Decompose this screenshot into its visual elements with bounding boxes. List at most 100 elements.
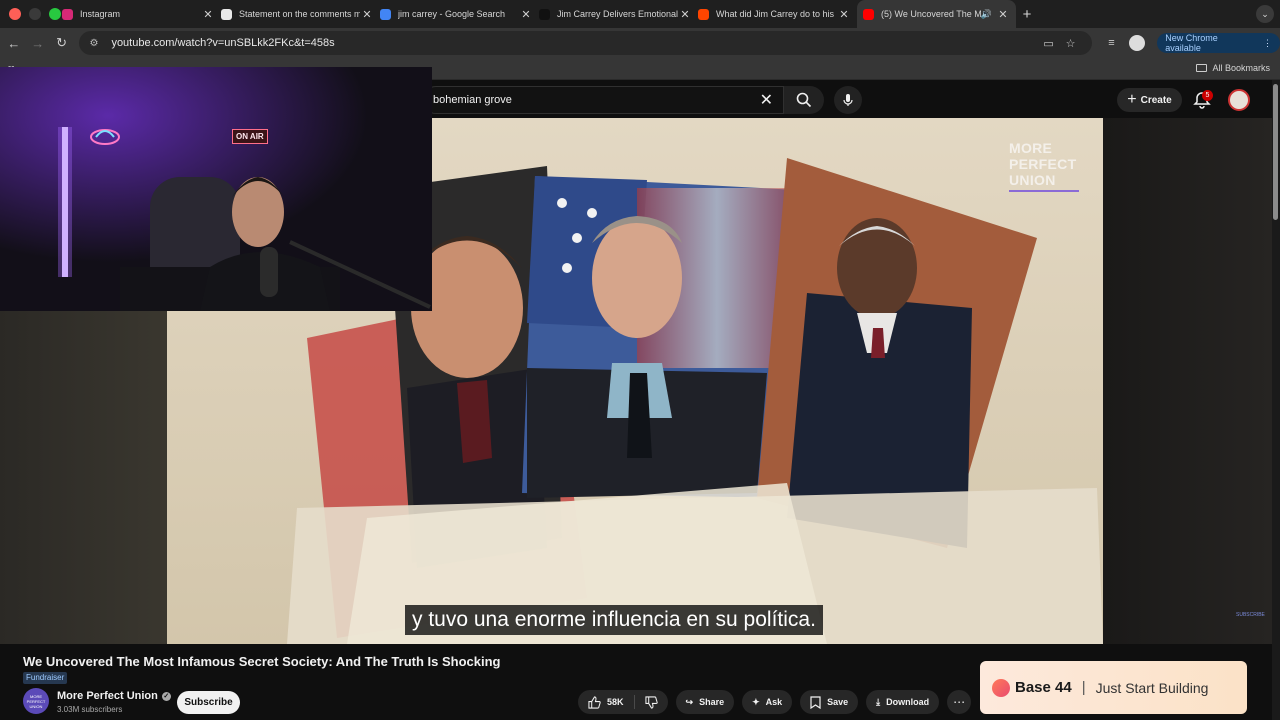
- search-input[interactable]: bohemian grove ✕: [422, 86, 784, 114]
- video-caption: y tuvo una enorme influencia en su polít…: [405, 605, 823, 635]
- browser-tab-strip: Instagram✕Statement on the comments made…: [0, 0, 1280, 28]
- download-button[interactable]: ⤓ Download: [866, 690, 940, 714]
- video-title: We Uncovered The Most Infamous Secret So…: [23, 654, 501, 669]
- tab-search-icon[interactable]: ⌄: [1256, 5, 1274, 23]
- more-actions-icon[interactable]: ⋯: [947, 690, 972, 714]
- microphone-icon: [843, 94, 853, 106]
- verified-check-icon: ✓: [161, 691, 171, 701]
- page-scrollbar-thumb[interactable]: [1273, 84, 1278, 220]
- search-button[interactable]: [784, 86, 824, 114]
- like-dislike-group: 58K: [578, 690, 668, 714]
- browser-tab-3[interactable]: jim carrey - Google Search ✕: [380, 0, 539, 28]
- sparkle-icon: ✦: [752, 696, 760, 707]
- tab-audio-icon[interactable]: 🔊: [981, 9, 992, 20]
- download-icon: ⤓: [876, 696, 881, 707]
- google-favicon-icon: [380, 8, 391, 20]
- browser-tab-1[interactable]: Instagram ✕: [62, 0, 221, 28]
- plus-icon: +: [1127, 91, 1137, 108]
- ask-button[interactable]: ✦ Ask: [742, 690, 793, 714]
- folder-icon: [1196, 64, 1208, 72]
- channel-name-text[interactable]: More Perfect Union: [57, 690, 158, 702]
- reddit-favicon-icon: [698, 8, 709, 20]
- notification-count-badge: 5: [1202, 90, 1213, 101]
- install-app-icon[interactable]: ▭: [1038, 37, 1060, 50]
- base44-logo-icon: [992, 678, 1010, 697]
- close-tab-icon[interactable]: ✕: [678, 8, 692, 21]
- profile-avatar[interactable]: [1129, 35, 1146, 51]
- tab-title: Instagram: [80, 9, 121, 19]
- video-backdrop-left: [0, 311, 167, 644]
- logo-line-1: MORE: [1009, 140, 1053, 156]
- bookmark-icon: [810, 695, 821, 709]
- bookmark-star-icon[interactable]: ☆: [1060, 37, 1082, 50]
- tab-title: (5) We Uncovered The Most: [881, 9, 981, 19]
- browser-tab-2[interactable]: Statement on the comments made✕: [221, 0, 380, 28]
- thumbs-up-icon: [588, 695, 601, 709]
- subscriber-count: 3.03M subscribers: [57, 705, 123, 714]
- maximize-window-button[interactable]: [49, 8, 61, 20]
- x-favicon-icon: [539, 8, 550, 20]
- url-text[interactable]: youtube.com/watch?v=unSBLkk2FKc&t=458s: [111, 37, 1037, 49]
- close-tab-icon[interactable]: ✕: [201, 8, 215, 21]
- window-controls: [0, 8, 62, 20]
- more-perfect-union-logo: MORE PERFECT UNION: [1009, 140, 1079, 192]
- search-icon: [796, 92, 812, 108]
- like-count: 58K: [607, 697, 624, 707]
- reading-list-icon[interactable]: ≡: [1100, 37, 1124, 49]
- channel-avatar[interactable]: MORE PERFECT UNION: [23, 688, 49, 714]
- video-backdrop-right: [1103, 118, 1273, 644]
- close-tab-icon[interactable]: ✕: [996, 8, 1010, 21]
- share-button[interactable]: ↪ Share: [675, 690, 735, 714]
- back-icon[interactable]: ←: [2, 36, 26, 51]
- kebab-menu-icon[interactable]: ⋮: [1263, 38, 1272, 49]
- close-tab-icon[interactable]: ✕: [837, 8, 851, 21]
- all-bookmarks-button[interactable]: All Bookmarks: [1196, 63, 1270, 73]
- video-actions: 58K ↪ Share ✦ Ask Save ⤓ Download ⋯: [578, 690, 972, 714]
- tab-title: Statement on the comments made: [239, 9, 360, 19]
- browser-tab-4[interactable]: Jim Carrey Delivers Emotional ✕: [539, 0, 698, 28]
- logo-line-3: UNION: [1009, 172, 1056, 188]
- statement-favicon-icon: [221, 8, 232, 20]
- browser-toolbar: ← → ↻ ⚙ youtube.com/watch?v=unSBLkk2FKc&…: [0, 28, 1280, 58]
- fundraiser-badge[interactable]: Fundraiser: [23, 672, 68, 684]
- close-window-button[interactable]: [9, 8, 21, 20]
- channel-name[interactable]: More Perfect Union ✓: [57, 690, 171, 702]
- account-avatar[interactable]: [1228, 89, 1250, 111]
- browser-tab-6[interactable]: (5) We Uncovered The Most🔊 ✕: [857, 0, 1016, 28]
- forward-icon[interactable]: →: [26, 36, 50, 51]
- address-bar[interactable]: ⚙ youtube.com/watch?v=unSBLkk2FKc&t=458s…: [79, 31, 1092, 55]
- download-label: Download: [886, 697, 930, 707]
- dislike-button[interactable]: [635, 690, 668, 714]
- ad-separator: |: [1081, 679, 1086, 696]
- save-button[interactable]: Save: [800, 690, 859, 714]
- thumbs-down-icon: [644, 695, 658, 709]
- like-button[interactable]: 58K: [578, 690, 634, 714]
- clear-search-icon[interactable]: ✕: [760, 90, 773, 110]
- close-tab-icon[interactable]: ✕: [360, 8, 374, 21]
- new-chrome-available-button[interactable]: New Chrome available ⋮: [1157, 33, 1280, 53]
- webcam-feed-image: [0, 67, 432, 311]
- close-tab-icon[interactable]: ✕: [519, 8, 533, 21]
- save-label: Save: [827, 697, 849, 707]
- minimize-window-button[interactable]: [29, 8, 41, 20]
- all-bookmarks-label: All Bookmarks: [1212, 63, 1270, 73]
- site-info-icon[interactable]: ⚙: [89, 38, 103, 49]
- tab-title: Jim Carrey Delivers Emotional: [557, 9, 678, 19]
- create-button[interactable]: + Create: [1117, 88, 1182, 112]
- new-tab-button[interactable]: +: [1016, 6, 1038, 23]
- voice-search-button[interactable]: [834, 86, 862, 114]
- create-label: Create: [1140, 94, 1172, 106]
- ask-label: Ask: [765, 697, 783, 707]
- base44-ad-banner[interactable]: Base 44 | Just Start Building: [980, 661, 1247, 714]
- on-air-sign: ON AIR: [232, 129, 268, 144]
- search-value: bohemian grove: [433, 94, 512, 106]
- share-label: Share: [699, 697, 725, 707]
- instagram-favicon-icon: [62, 8, 73, 20]
- logo-line-2: PERFECT: [1009, 156, 1077, 172]
- tab-title: What did Jim Carrey do to his: [716, 9, 835, 19]
- reload-icon[interactable]: ↻: [50, 35, 74, 51]
- browser-tab-5[interactable]: What did Jim Carrey do to his ✕: [698, 0, 857, 28]
- logo-underline: [1009, 190, 1079, 192]
- subscribe-button[interactable]: Subscribe: [177, 691, 240, 714]
- ad-brand: Base 44: [1015, 679, 1072, 696]
